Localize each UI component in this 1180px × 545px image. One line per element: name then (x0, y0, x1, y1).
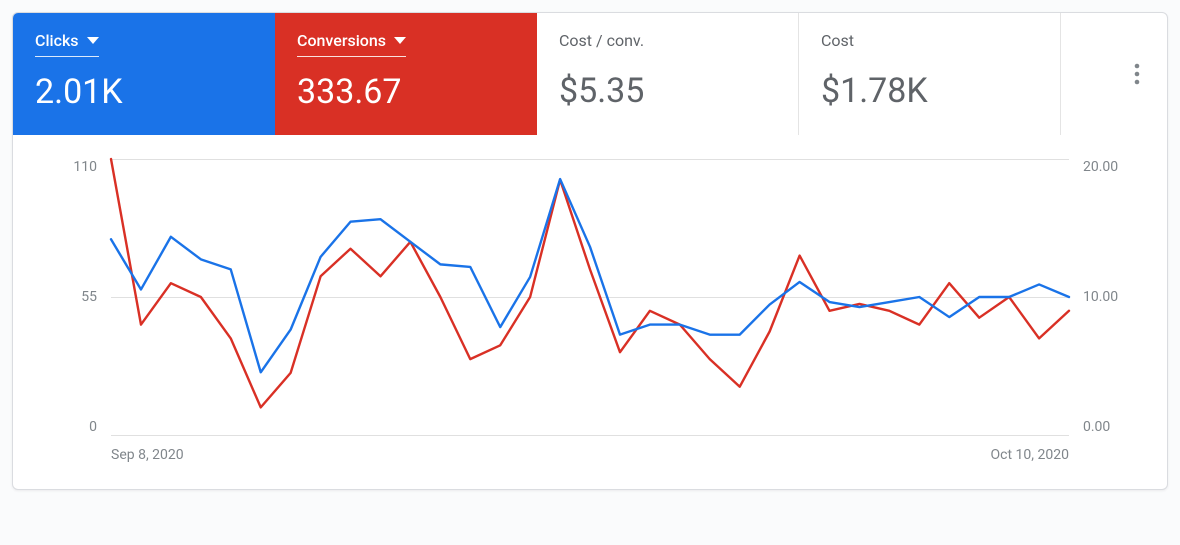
metric-card-clicks[interactable]: Clicks 2.01K (13, 13, 275, 135)
metric-value: $5.35 (559, 74, 776, 108)
y-tick: 0.00 (1083, 419, 1110, 435)
chart-area: 110 55 0 20.00 10.00 0.00 (13, 135, 1167, 489)
metric-value: 2.01K (35, 75, 253, 109)
metric-label: Cost (821, 31, 854, 50)
metric-label-text: Clicks (35, 31, 79, 50)
y-tick: 20.00 (1083, 159, 1118, 175)
metric-label-text: Cost / conv. (559, 31, 644, 50)
series-line-conversions (111, 159, 1069, 407)
metric-value: 333.67 (297, 75, 515, 109)
metric-card-cost[interactable]: Cost $1.78K (799, 13, 1061, 135)
metrics-row: Clicks 2.01K Conversions 333.67 Cost / c… (13, 13, 1167, 135)
more-options-button[interactable] (1107, 13, 1167, 135)
chevron-down-icon (87, 37, 99, 44)
y-axis-right: 20.00 10.00 0.00 (1083, 159, 1129, 435)
spacer (1061, 13, 1107, 135)
chevron-down-icon (394, 37, 406, 44)
metric-card-cost-per-conv[interactable]: Cost / conv. $5.35 (537, 13, 799, 135)
x-axis: Sep 8, 2020 Oct 10, 2020 (111, 447, 1069, 471)
plot-wrap: 110 55 0 20.00 10.00 0.00 (51, 159, 1129, 471)
y-tick: 10.00 (1083, 289, 1118, 305)
chart-svg (111, 159, 1069, 435)
metric-label: Conversions (297, 31, 406, 57)
metric-card-conversions[interactable]: Conversions 333.67 (275, 13, 537, 135)
y-tick: 110 (73, 159, 97, 175)
metric-label-text: Cost (821, 31, 854, 50)
metric-value: $1.78K (821, 74, 1038, 108)
y-tick: 55 (81, 289, 97, 305)
x-tick-end: Oct 10, 2020 (991, 447, 1069, 471)
series-line-clicks (111, 179, 1069, 372)
metric-label: Clicks (35, 31, 99, 57)
analytics-card: Clicks 2.01K Conversions 333.67 Cost / c… (12, 12, 1168, 490)
metric-label-text: Conversions (297, 31, 386, 50)
plot[interactable] (111, 159, 1069, 435)
metric-label: Cost / conv. (559, 31, 644, 50)
x-tick-start: Sep 8, 2020 (111, 447, 184, 471)
gridline (111, 435, 1069, 436)
y-tick: 0 (89, 419, 97, 435)
kebab-icon (1134, 62, 1140, 86)
y-axis-left: 110 55 0 (51, 159, 97, 435)
